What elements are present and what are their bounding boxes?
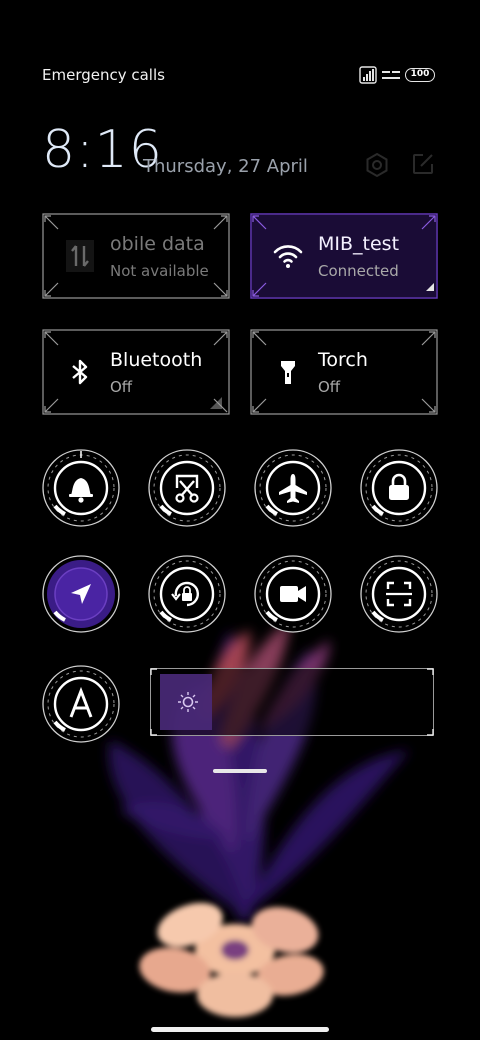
mobile-data-icon [66, 240, 94, 272]
tile-subtitle: Off [318, 378, 341, 396]
tile-title: obile data [110, 233, 205, 255]
signal-icon [359, 66, 377, 84]
toggle-location[interactable] [41, 554, 121, 634]
scissors-icon [175, 474, 199, 503]
home-gesture-bar[interactable] [151, 1027, 329, 1032]
settings-icon[interactable] [364, 152, 390, 178]
lock-icon [389, 473, 409, 500]
tile-bluetooth[interactable]: Bluetooth Off [42, 329, 230, 415]
brightness-slider[interactable] [150, 668, 434, 736]
toggle-auto-brightness[interactable] [41, 664, 121, 744]
status-carrier-text: Emergency calls o [42, 66, 166, 84]
letter-a-icon [69, 686, 93, 718]
bluetooth-icon [72, 359, 88, 385]
tile-title: Torch [318, 349, 368, 371]
tile-title: MIB_test [318, 233, 400, 255]
bell-icon [69, 478, 93, 503]
toggle-sound[interactable] [41, 448, 121, 528]
toggle-rotation-lock[interactable] [147, 554, 227, 634]
clock-date[interactable]: Thursday, 27 April [143, 156, 308, 177]
rotation-lock-icon [171, 581, 199, 607]
tile-wifi[interactable]: MIB_test Connected [250, 213, 438, 299]
wallpaper-flower [108, 620, 410, 1017]
tile-torch[interactable]: Torch Off [250, 329, 438, 415]
toggle-lock-screen[interactable] [359, 448, 439, 528]
torch-icon [281, 361, 295, 384]
tile-subtitle: Not available [110, 262, 209, 280]
tile-subtitle: Connected [318, 262, 399, 280]
airplane-icon [279, 474, 307, 503]
edit-icon[interactable] [411, 152, 435, 176]
battery-icon: 100 [405, 68, 435, 82]
data-icon [382, 71, 400, 79]
video-camera-icon [280, 586, 306, 602]
tile-mobile-data[interactable]: obile data Not available [42, 213, 230, 299]
toggle-screen-recorder[interactable] [253, 554, 333, 634]
location-arrow-icon [71, 584, 91, 604]
wifi-icon [273, 245, 303, 268]
scan-icon [386, 581, 412, 607]
panel-drag-handle[interactable] [213, 769, 267, 773]
sun-icon [178, 692, 198, 712]
tile-subtitle: Off [110, 378, 133, 396]
tile-title: Bluetooth [110, 349, 203, 371]
toggle-airplane-mode[interactable] [253, 448, 333, 528]
toggle-screenshot[interactable] [147, 448, 227, 528]
toggle-scanner[interactable] [359, 554, 439, 634]
